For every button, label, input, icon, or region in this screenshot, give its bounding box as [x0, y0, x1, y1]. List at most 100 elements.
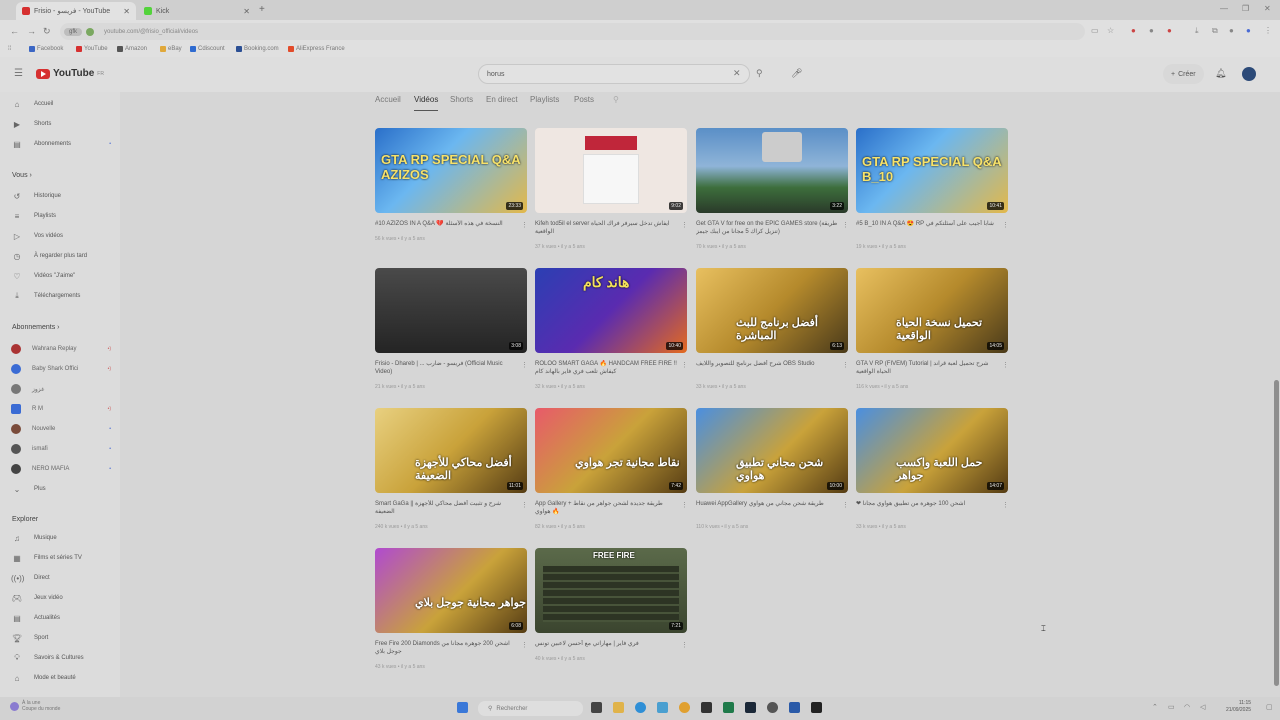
- url-chip[interactable]: gfk: [64, 27, 83, 36]
- scrollbar-thumb[interactable]: [1274, 380, 1279, 686]
- search-icon[interactable]: ⚲: [756, 68, 763, 79]
- more-options-icon[interactable]: ⋮: [842, 221, 849, 229]
- close-window-icon[interactable]: ✕: [1264, 4, 1271, 13]
- bookmark-aliexpress[interactable]: AliExpress France: [288, 46, 345, 52]
- sidebar-item-vos-videos[interactable]: ▷ Vos vidéos: [11, 230, 111, 242]
- more-options-icon[interactable]: ⋮: [1002, 221, 1009, 229]
- browser-tab-youtube[interactable]: Frisio - فريسو - YouTube ✕: [16, 2, 136, 20]
- sidebar-item-downloads[interactable]: ⤓ Téléchargements: [11, 290, 111, 302]
- app-icon[interactable]: [811, 702, 822, 713]
- video-thumbnail[interactable]: هاند كام 10:40: [535, 268, 687, 353]
- sidebar-channel[interactable]: Nouvelle •: [11, 423, 111, 435]
- apps-grid-icon[interactable]: ⁞⁞: [8, 46, 11, 52]
- video-title[interactable]: ❤ اشحن 100 جوهرة من تطبيق هواوي مجانا: [856, 500, 998, 508]
- network-icon[interactable]: ▭: [1168, 703, 1175, 711]
- sidebar-item-films[interactable]: ▦ Films et séries TV: [11, 552, 111, 564]
- taskbar-search[interactable]: ⚲ Rechercher: [478, 701, 583, 716]
- bookmark-cdiscount[interactable]: Cdiscount: [190, 46, 225, 52]
- new-tab-icon[interactable]: +: [259, 4, 265, 15]
- sidebar-channel[interactable]: NERO MAFIA •: [11, 463, 111, 475]
- sidebar-item-historique[interactable]: ↺ Historique: [11, 190, 111, 202]
- video-title[interactable]: فري فاير | مهاراتي مع أحسن لاعبين تونس: [535, 640, 677, 648]
- cast-icon[interactable]: ▭: [1091, 26, 1099, 35]
- more-options-icon[interactable]: ⋮: [521, 501, 528, 509]
- sidebar-item-jeux[interactable]: 🎮︎ Jeux vidéo: [11, 592, 111, 604]
- more-options-icon[interactable]: ⋮: [842, 501, 849, 509]
- notifications-bell-icon[interactable]: 🔔︎: [1215, 68, 1226, 79]
- create-button[interactable]: + Créer: [1163, 64, 1204, 84]
- task-view-icon[interactable]: [591, 702, 602, 713]
- bookmark-facebook[interactable]: Facebook: [29, 46, 63, 52]
- sidebar-channel[interactable]: Baby Shark Offici •): [11, 363, 111, 375]
- extension-icon[interactable]: ●: [1246, 26, 1251, 35]
- bookmark-ebay[interactable]: eBay: [160, 46, 182, 52]
- video-thumbnail[interactable]: جواهر مجانية جوجل بلاي 6:08: [375, 548, 527, 633]
- video-thumbnail[interactable]: FREE FIRE 7:21: [535, 548, 687, 633]
- sidebar-item-mode[interactable]: ⌂ Mode et beauté: [11, 672, 111, 684]
- video-title[interactable]: ROLOO SMART GAGA 🔥 HANDCAM FREE FIRE !! …: [535, 360, 677, 376]
- edge-icon[interactable]: [635, 702, 646, 713]
- app-icon[interactable]: [723, 702, 734, 713]
- sidebar-item-direct[interactable]: ((•)) Direct: [11, 572, 111, 584]
- sidebar-channel[interactable]: ismafi •: [11, 443, 111, 455]
- file-explorer-icon[interactable]: [613, 702, 624, 713]
- sidebar-item-watch-later[interactable]: ◷ À regarder plus tard: [11, 250, 111, 262]
- tab-videos[interactable]: Vidéos: [414, 95, 438, 107]
- more-options-icon[interactable]: ⋮: [681, 221, 688, 229]
- more-options-icon[interactable]: ⋮: [1002, 361, 1009, 369]
- notification-icon[interactable]: ▢: [1266, 703, 1273, 711]
- address-bar[interactable]: gfk youtube.com/@frisio_official/videos: [60, 23, 1085, 40]
- sidebar-subscriptions-header[interactable]: Abonnements ›: [12, 324, 59, 331]
- clear-search-icon[interactable]: ✕: [733, 68, 741, 79]
- tab-en-direct[interactable]: En direct: [486, 95, 518, 107]
- avatar[interactable]: [1242, 67, 1256, 81]
- volume-icon[interactable]: ◁: [1200, 703, 1205, 711]
- more-options-icon[interactable]: ⋮: [1002, 501, 1009, 509]
- sidebar-item-actualites[interactable]: ▤ Actualités: [11, 612, 111, 624]
- more-options-icon[interactable]: ⋮: [842, 361, 849, 369]
- sidebar-item-accueil[interactable]: ⌂ Accueil: [11, 98, 111, 110]
- windows-start-icon[interactable]: [457, 702, 468, 713]
- bookmark-star-icon[interactable]: ☆: [1107, 26, 1114, 35]
- video-title[interactable]: Get GTA V for free on the EPIC GAMES sto…: [696, 220, 838, 236]
- bookmark-youtube[interactable]: YouTube: [76, 46, 108, 52]
- sidebar-item-shorts[interactable]: ▶ Shorts: [11, 118, 111, 130]
- tab-playlists[interactable]: Playlists: [530, 95, 559, 107]
- extension-icon[interactable]: ●: [1131, 26, 1136, 35]
- forward-icon[interactable]: →: [27, 26, 36, 36]
- steam-icon[interactable]: [745, 702, 756, 713]
- video-thumbnail[interactable]: حمل اللعبة واكسب جواهر 14:07: [856, 408, 1008, 493]
- sidebar-channel[interactable]: غزوز: [11, 383, 111, 395]
- search-input[interactable]: horus: [478, 64, 750, 84]
- bookmark-booking[interactable]: Booking.com: [236, 46, 279, 52]
- video-thumbnail[interactable]: شحن مجاني تطبيق هواوي 10:00: [696, 408, 848, 493]
- sidebar-item-sport[interactable]: 🏆︎ Sport: [11, 632, 111, 644]
- more-options-icon[interactable]: ⋮: [681, 361, 688, 369]
- app-icon[interactable]: [701, 702, 712, 713]
- more-options-icon[interactable]: ⋮: [521, 641, 528, 649]
- sidebar-you-header[interactable]: Vous ›: [12, 172, 32, 179]
- minimize-icon[interactable]: —: [1220, 4, 1228, 13]
- site-info-icon[interactable]: [86, 27, 95, 36]
- profile-icon[interactable]: ●: [1229, 26, 1234, 35]
- video-thumbnail[interactable]: GTA RP SPECIAL Q&A B_10 10:41: [856, 128, 1008, 213]
- sidebar-item-abonnements[interactable]: ▤ Abonnements •: [11, 138, 111, 150]
- extensions-puzzle-icon[interactable]: ⧉: [1212, 26, 1218, 36]
- reload-icon[interactable]: ↻: [43, 26, 51, 37]
- video-title[interactable]: شرح أفضل برنامج للتصوير واللايف OBS Stud…: [696, 360, 838, 368]
- taskbar-clock[interactable]: 11:15 21/09/2025: [1226, 700, 1251, 714]
- channel-search-icon[interactable]: ⚲: [613, 95, 619, 104]
- more-options-icon[interactable]: ⋮: [521, 361, 528, 369]
- video-title[interactable]: #5 B_10 IN A Q&A 😍 RP شابا أجيب على أسئل…: [856, 220, 998, 228]
- tray-chevron-icon[interactable]: ⌃: [1152, 703, 1158, 711]
- tab-shorts[interactable]: Shorts: [450, 95, 473, 107]
- chrome-icon[interactable]: [679, 702, 690, 713]
- tab-posts[interactable]: Posts: [574, 95, 594, 107]
- back-icon[interactable]: ←: [10, 26, 19, 36]
- sidebar-channel[interactable]: R M •): [11, 403, 111, 415]
- sidebar-item-liked-videos[interactable]: ♡ Vidéos "J'aime": [11, 270, 111, 282]
- video-thumbnail[interactable]: 3:22: [696, 128, 848, 213]
- video-title[interactable]: Smart GaGa || شرح و تثبيت أفضل محاكي للأ…: [375, 500, 517, 516]
- close-tab-icon[interactable]: ✕: [123, 7, 130, 16]
- app-icon[interactable]: [789, 702, 800, 713]
